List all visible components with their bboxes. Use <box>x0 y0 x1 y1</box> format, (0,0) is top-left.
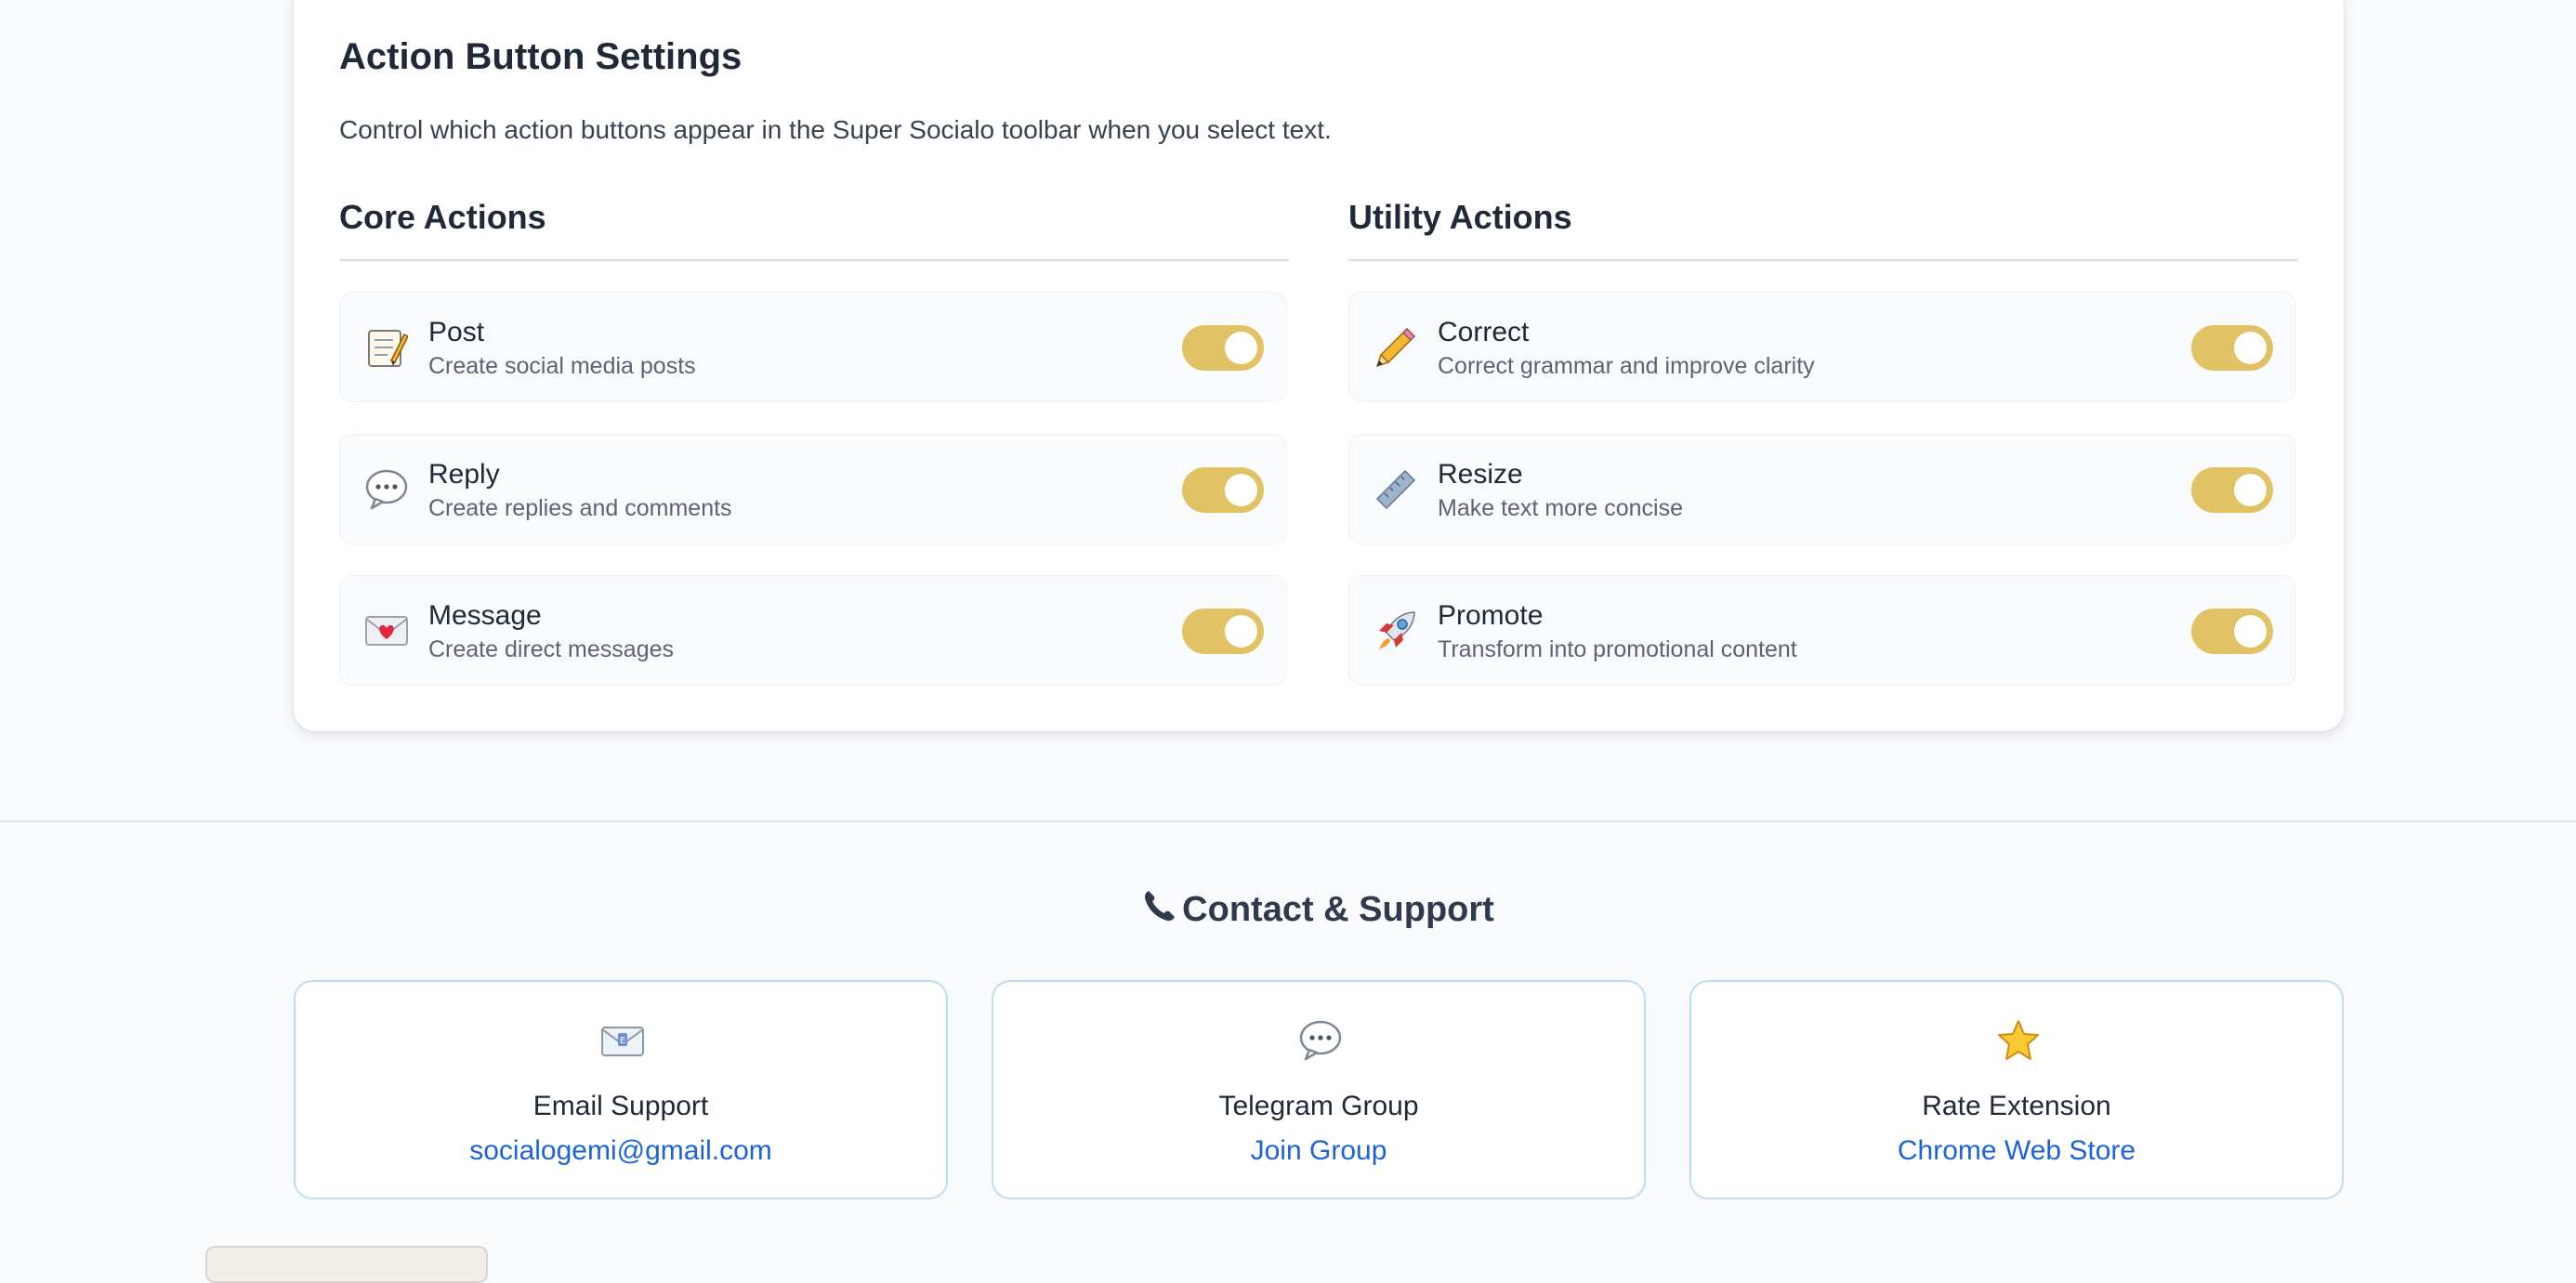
action-description: Create social media posts <box>428 353 696 379</box>
toggle-knob <box>1225 615 1257 648</box>
action-row-resize: Resize Make text more concise <box>1348 434 2296 544</box>
action-label: Promote <box>1438 600 1544 631</box>
core-actions-divider <box>339 259 1289 261</box>
utility-actions-heading: Utility Actions <box>1348 198 1572 236</box>
core-actions-heading: Core Actions <box>339 198 546 236</box>
post-toggle[interactable] <box>1182 325 1264 371</box>
chrome-web-store-link[interactable]: Chrome Web Store <box>1691 1132 2342 1170</box>
speech-bubble-icon <box>362 465 411 515</box>
promote-toggle[interactable] <box>2191 609 2273 654</box>
star-icon <box>1972 1017 2065 1064</box>
contact-title: Contact & Support <box>0 882 2576 936</box>
section-divider <box>0 820 2576 822</box>
action-label: Message <box>428 600 542 631</box>
ruler-icon <box>1372 465 1420 515</box>
action-row-promote: Promote Transform into promotional conte… <box>1348 575 2296 686</box>
action-row-message: Message Create direct messages <box>339 575 1287 686</box>
memo-icon <box>362 322 411 373</box>
action-description: Correct grammar and improve clarity <box>1438 353 1815 379</box>
phone-icon <box>1145 891 1176 921</box>
rocket-icon <box>1372 606 1420 656</box>
action-label: Resize <box>1438 459 1523 490</box>
message-toggle[interactable] <box>1182 609 1264 654</box>
contact-name: Telegram Group <box>1218 1091 1419 1121</box>
action-row-post: Post Create social media posts <box>339 292 1287 402</box>
toggle-knob <box>2234 615 2267 648</box>
toggle-knob <box>1225 474 1257 506</box>
email-link[interactable]: socialogemi@gmail.com <box>296 1132 946 1170</box>
envelope-icon: E <box>576 1017 669 1064</box>
correct-toggle[interactable] <box>2191 325 2273 371</box>
pencil-icon <box>1372 322 1420 373</box>
action-label: Post <box>428 317 485 347</box>
settings-title: Action Button Settings <box>339 36 743 77</box>
action-description: Transform into promotional content <box>1438 636 1797 662</box>
join-group-link[interactable]: Join Group <box>993 1132 1644 1170</box>
speech-bubble-icon <box>1274 1017 1367 1064</box>
toggle-knob <box>2234 474 2267 506</box>
action-label: Correct <box>1438 317 1530 347</box>
resize-toggle[interactable] <box>2191 467 2273 513</box>
settings-description: Control which action buttons appear in t… <box>339 115 1332 144</box>
svg-text:E: E <box>620 1036 625 1046</box>
toggle-knob <box>2234 332 2267 364</box>
contact-name: Email Support <box>532 1091 709 1121</box>
toggle-knob <box>1225 332 1257 364</box>
contact-name: Rate Extension <box>1922 1091 2111 1121</box>
action-description: Make text more concise <box>1438 495 1683 521</box>
action-row-correct: Correct Correct grammar and improve clar… <box>1348 292 2296 402</box>
reply-toggle[interactable] <box>1182 467 1264 513</box>
action-description: Create replies and comments <box>428 495 732 521</box>
action-label: Reply <box>428 459 500 490</box>
email-support-card: E Email Support socialogemi@gmail.com <box>294 980 948 1199</box>
corner-widget[interactable] <box>205 1246 488 1283</box>
action-row-reply: Reply Create replies and comments <box>339 434 1287 544</box>
telegram-group-card: Telegram Group Join Group <box>992 980 1646 1199</box>
rate-extension-card: Rate Extension Chrome Web Store <box>1689 980 2344 1199</box>
contact-title-text: Contact & Support <box>1182 889 1494 929</box>
utility-actions-divider <box>1348 259 2298 261</box>
love-letter-icon <box>362 606 411 656</box>
action-description: Create direct messages <box>428 636 675 662</box>
